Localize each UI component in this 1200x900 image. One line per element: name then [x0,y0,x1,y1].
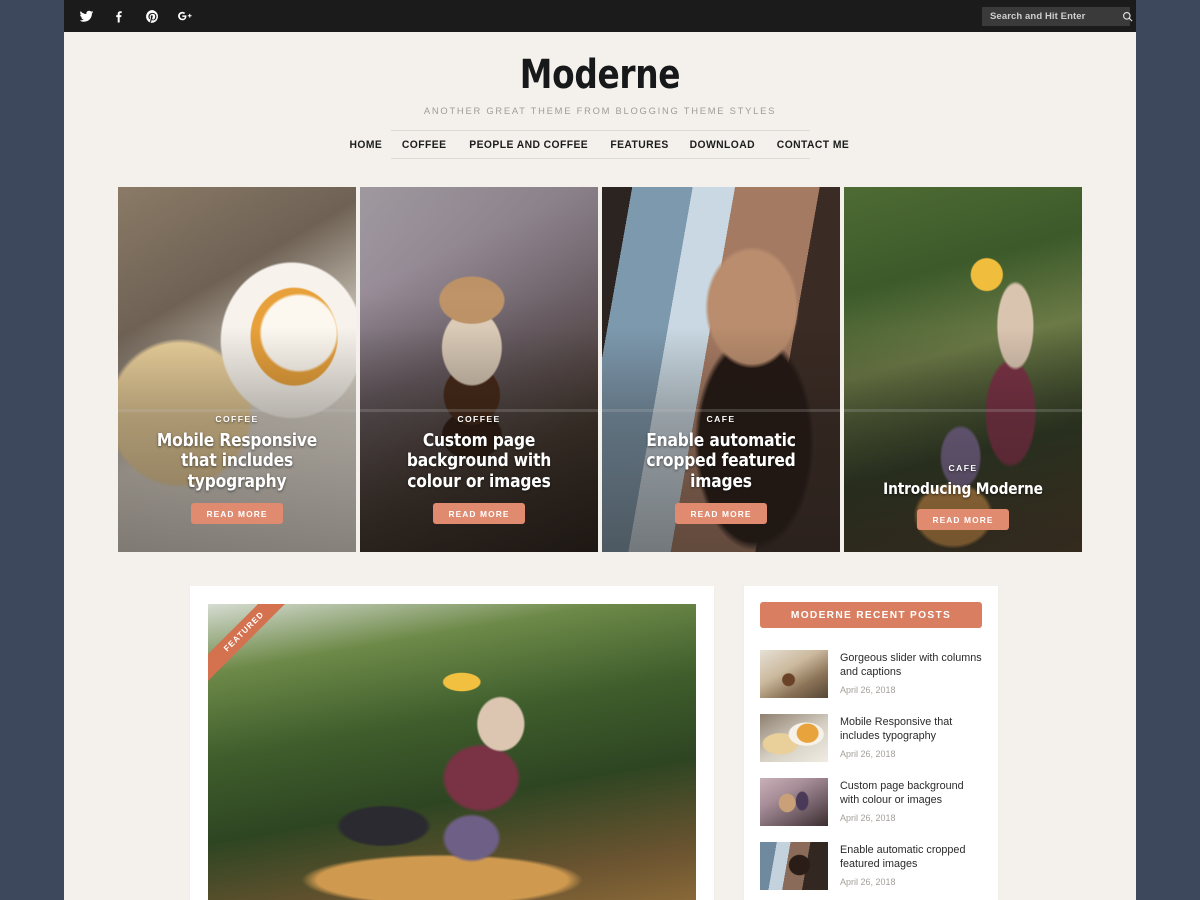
featured-slider: COFFEE Mobile Responsive that includes t… [64,187,1136,552]
slide-category[interactable]: CAFE [852,463,1074,473]
slide-category[interactable]: CAFE [610,414,832,424]
content-area: FEATURED MODERNE RECENT POSTS Gorgeous s… [64,552,1136,900]
twitter-icon[interactable] [78,8,94,24]
social-links [78,8,193,24]
post-thumbnail [760,714,828,762]
post-title[interactable]: Enable automatic cropped featured images [840,843,982,872]
featured-post-card[interactable]: FEATURED [190,586,714,900]
read-more-button[interactable]: READ MORE [917,509,1009,530]
post-thumbnail [760,778,828,826]
nav-item-download[interactable]: DOWNLOAD [682,139,763,151]
read-more-button[interactable]: READ MORE [191,503,283,524]
site-page: Moderne ANOTHER GREAT THEME FROM BLOGGIN… [64,0,1136,900]
featured-post-media: FEATURED [208,604,696,900]
nav-item-features[interactable]: FEATURES [602,139,676,151]
main-navigation: HOME COFFEE PEOPLE AND COFFEE FEATURES D… [350,130,848,159]
read-more-button[interactable]: READ MORE [433,503,525,524]
google-plus-icon[interactable] [177,8,193,24]
search-button[interactable] [1121,11,1134,22]
post-date: April 26, 2018 [840,812,896,823]
nav-item-coffee[interactable]: COFFEE [394,139,454,151]
list-item[interactable]: Mobile Responsive that includes typograp… [760,706,982,770]
slide-item[interactable]: CAFE Enable automatic cropped featured i… [602,187,840,552]
recent-posts-title: MODERNE RECENT POSTS [760,602,982,628]
read-more-button[interactable]: READ MORE [675,503,767,524]
post-date: April 26, 2018 [840,684,896,695]
slide-item[interactable]: CAFE Introducing Moderne READ MORE [844,187,1082,552]
slide-title[interactable]: Custom page background with colour or im… [384,430,575,492]
post-text: Enable automatic cropped featured images… [840,842,982,887]
slide-content: CAFE Enable automatic cropped featured i… [610,414,832,524]
post-text: Custom page background with colour or im… [840,778,982,823]
nav-item-people-and-coffee[interactable]: PEOPLE AND COFFEE [461,139,596,151]
slide-content: CAFE Introducing Moderne READ MORE [852,463,1074,530]
list-item[interactable]: Custom page background with colour or im… [760,770,982,834]
slide-item[interactable]: COFFEE Mobile Responsive that includes t… [118,187,356,552]
post-text: Gorgeous slider with columns and caption… [840,650,982,695]
post-text: Mobile Responsive that includes typograp… [840,714,982,759]
slide-category[interactable]: COFFEE [126,414,348,424]
slide-title[interactable]: Introducing Moderne [868,479,1059,498]
slide-title[interactable]: Enable automatic cropped featured images [626,430,817,492]
sidebar: MODERNE RECENT POSTS Gorgeous slider wit… [744,586,998,900]
pinterest-icon[interactable] [144,8,160,24]
post-thumbnail [760,650,828,698]
slide-item[interactable]: COFFEE Custom page background with colou… [360,187,598,552]
slide-category[interactable]: COFFEE [368,414,590,424]
slide-content: COFFEE Custom page background with colou… [368,414,590,524]
site-title: Moderne [519,52,681,98]
post-date: April 26, 2018 [840,876,896,887]
facebook-icon[interactable] [111,8,127,24]
site-tagline: ANOTHER GREAT THEME FROM BLOGGING THEME … [423,105,777,116]
post-title[interactable]: Mobile Responsive that includes typograp… [840,715,982,744]
recent-posts-widget: MODERNE RECENT POSTS Gorgeous slider wit… [744,586,998,900]
list-item[interactable]: Enable automatic cropped featured images… [760,834,982,898]
nav-item-contact-me[interactable]: CONTACT ME [768,139,856,151]
top-bar [64,0,1136,32]
search-input[interactable] [990,10,1121,22]
site-header: Moderne ANOTHER GREAT THEME FROM BLOGGIN… [64,32,1136,159]
nav-item-home[interactable]: HOME [342,139,391,151]
slide-title[interactable]: Mobile Responsive that includes typograp… [142,430,333,492]
list-item[interactable]: Gorgeous slider with columns and caption… [760,642,982,706]
post-title[interactable]: Custom page background with colour or im… [840,779,982,808]
post-date: April 26, 2018 [840,748,896,759]
featured-post-image [208,604,696,900]
search-box[interactable] [982,6,1133,26]
post-thumbnail [760,842,828,890]
post-title[interactable]: Gorgeous slider with columns and caption… [840,651,982,680]
slide-content: COFFEE Mobile Responsive that includes t… [126,414,348,524]
